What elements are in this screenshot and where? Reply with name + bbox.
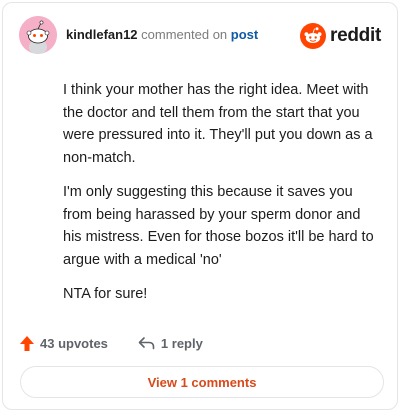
post-link[interactable]: post [231, 27, 258, 42]
comment-paragraph: NTA for sure! [63, 286, 148, 302]
upvote-count: 43 upvotes [40, 335, 108, 351]
snoo-avatar-icon [19, 16, 57, 54]
reply-count: 1 reply [160, 335, 203, 351]
comment-meta: kindlefan12 commented on post [66, 27, 258, 42]
comment-paragraph: I think your mother has the right idea. … [63, 82, 373, 166]
reddit-logo-icon [300, 23, 327, 49]
comment-header: kindlefan12 commented on post reddit [19, 16, 381, 56]
reply-arrow-icon [138, 337, 155, 350]
reddit-wordmark: reddit [330, 25, 381, 46]
comment-body: I think your mother has the right idea. … [63, 79, 381, 318]
comment-card: kindlefan12 commented on post reddit I t… [2, 2, 398, 410]
upvote-button[interactable]: 43 upvotes [19, 335, 108, 352]
commented-on-text: commented on [141, 27, 228, 42]
username-link[interactable]: kindlefan12 [66, 27, 138, 42]
comment-actions: 43 upvotes 1 reply [19, 333, 203, 353]
avatar[interactable] [19, 16, 57, 54]
upvote-arrow-icon [20, 335, 34, 351]
reply-button[interactable]: 1 reply [138, 336, 203, 351]
view-comments-button[interactable]: View 1 comments [20, 366, 384, 398]
comment-paragraph: I'm only suggesting this because it save… [63, 184, 374, 268]
reddit-logo[interactable]: reddit [300, 22, 381, 50]
